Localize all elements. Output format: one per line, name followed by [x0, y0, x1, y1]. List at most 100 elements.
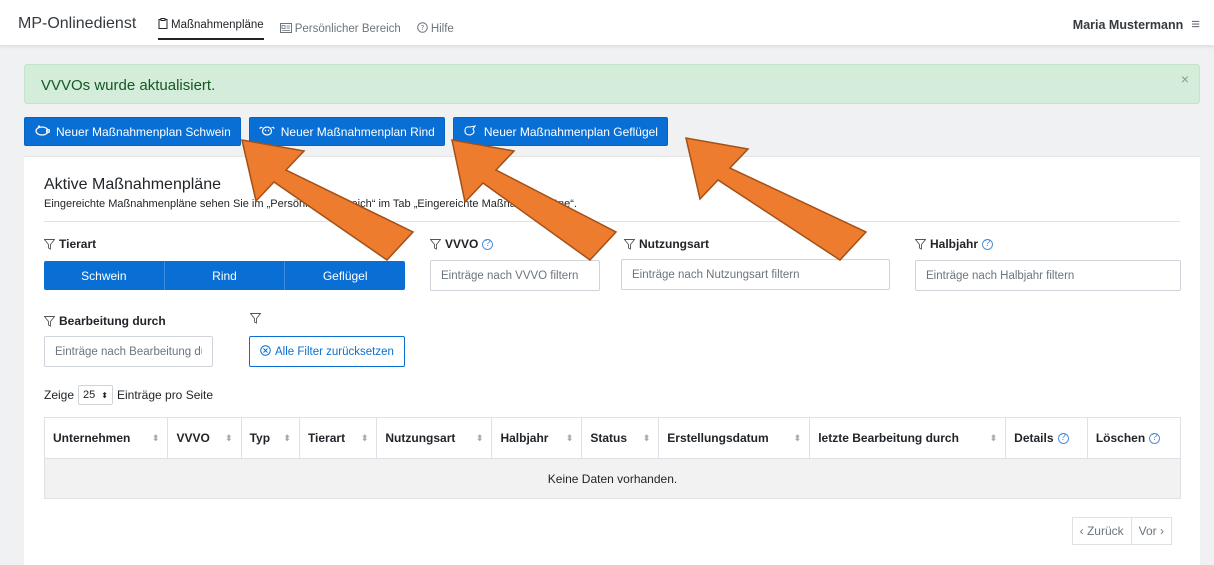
col-label: letzte Bearbeitung durch: [818, 431, 959, 445]
new-plan-gefluegel-button[interactable]: Neuer Maßnahmenplan Geflügel: [452, 117, 668, 146]
vvvo-filter-input[interactable]: [430, 260, 600, 291]
sort-icon: ⬍: [989, 432, 998, 443]
help-icon[interactable]: ?: [482, 238, 494, 250]
help-icon[interactable]: ?: [1149, 432, 1161, 444]
plans-table: Unternehmen ⬍ VVVO ⬍ Typ ⬍ Tierart ⬍ Nutzung…: [43, 417, 1182, 499]
nutzungsart-filter-input[interactable]: [621, 259, 890, 290]
filter-label-text: Nutzungsart: [639, 237, 709, 251]
sort-icon: ⬍: [225, 432, 233, 443]
col-loeschen: Löschen?: [1086, 417, 1182, 459]
bird-icon: [463, 124, 478, 139]
brand-name[interactable]: MP-Onlinedienst: [18, 15, 136, 33]
nav-item-label: Maßnahmenpläne: [171, 19, 264, 31]
col-unternehmen[interactable]: Unternehmen ⬍: [43, 417, 168, 459]
col-label: Details: [1014, 431, 1054, 445]
top-navbar: MP-Onlinedienst Maßnahmenpläne Persönlic…: [0, 0, 1214, 46]
bearbeitung-filter-input[interactable]: [44, 336, 213, 367]
x-circle-icon: [260, 344, 271, 359]
col-label: Status: [590, 431, 628, 445]
reset-filters-button[interactable]: Alle Filter zurücksetzen: [249, 336, 405, 367]
col-label: Löschen: [1095, 431, 1146, 445]
filter-label-halbjahr: Halbjahr ?: [915, 237, 994, 251]
sort-icon: ⬍: [151, 432, 160, 443]
funnel-icon: [44, 238, 55, 250]
page-size-value: 25: [83, 389, 96, 401]
col-tierart[interactable]: Tierart ⬍: [298, 417, 377, 459]
col-label: Halbjahr: [500, 431, 549, 445]
card-title: Aktive Maßnahmenpläne: [44, 176, 221, 193]
next-page-button[interactable]: Vor ›: [1131, 517, 1172, 545]
halbjahr-filter-input[interactable]: [915, 260, 1181, 291]
funnel-icon: [250, 313, 261, 324]
nav-item-persoenlicher-bereich[interactable]: Persönlicher Bereich: [279, 18, 401, 40]
sort-icon: ⬍: [475, 432, 484, 443]
main-nav: Maßnahmenpläne Persönlicher Bereich ? Hi…: [158, 18, 454, 40]
empty-table-message: Keine Daten vorhanden.: [44, 458, 1181, 499]
nav-item-label: Hilfe: [430, 23, 454, 35]
cow-icon: [259, 124, 275, 139]
close-icon[interactable]: ×: [1181, 71, 1189, 87]
funnel-icon: [430, 238, 441, 250]
help-icon[interactable]: ?: [1057, 432, 1069, 444]
col-label: Unternehmen: [53, 431, 131, 445]
col-halbjahr[interactable]: Halbjahr ⬍: [491, 417, 582, 459]
col-vvvo[interactable]: VVVO ⬍: [167, 417, 242, 459]
user-menu[interactable]: Maria Mustermann ≡: [1073, 16, 1200, 33]
new-plan-rind-button[interactable]: Neuer Maßnahmenplan Rind: [248, 117, 445, 146]
funnel-icon: [624, 238, 635, 250]
button-label: Neuer Maßnahmenplan Geflügel: [483, 124, 658, 139]
page-size-select[interactable]: 25 ⬍: [78, 385, 113, 405]
svg-text:?: ?: [420, 24, 424, 32]
page-size-prefix: Zeige: [44, 388, 75, 402]
nav-item-hilfe[interactable]: ? Hilfe: [417, 18, 454, 40]
hamburger-icon[interactable]: ≡: [1191, 16, 1200, 33]
col-label: Nutzungsart: [385, 431, 456, 445]
success-alert: VVVOs wurde aktualisiert. ×: [24, 64, 1200, 104]
filter-label-text: VVVO: [445, 237, 479, 251]
nav-item-massnahmenplaene[interactable]: Maßnahmenpläne: [158, 18, 264, 40]
col-nutzungsart[interactable]: Nutzungsart ⬍: [376, 417, 492, 459]
col-label: Tierart: [307, 431, 346, 445]
card-subtitle: Eingereichte Maßnahmenpläne sehen Sie im…: [44, 198, 577, 210]
pagination: ‹ Zurück Vor ›: [1071, 517, 1172, 545]
page-size-suffix: Einträge pro Seite: [116, 388, 214, 402]
tierart-schwein-button[interactable]: Schwein: [44, 261, 165, 290]
col-label: Typ: [249, 431, 271, 445]
filter-label-vvvo: VVVO ?: [430, 237, 494, 251]
prev-page-button[interactable]: ‹ Zurück: [1071, 517, 1132, 545]
table-header-row: Unternehmen ⬍ VVVO ⬍ Typ ⬍ Tierart ⬍ Nutzung…: [43, 417, 1182, 459]
active-plans-card: Aktive Maßnahmenpläne Eingereichte Maßna…: [24, 156, 1200, 565]
sort-icon: ⬍: [565, 432, 574, 443]
nav-item-label: Persönlicher Bereich: [294, 23, 401, 35]
col-erstellungsdatum[interactable]: Erstellungsdatum ⬍: [658, 417, 810, 459]
tierart-rind-button[interactable]: Rind: [164, 261, 286, 290]
filter-label-text: Tierart: [59, 237, 97, 251]
sort-updown-icon: ⬍: [101, 390, 108, 400]
filter-label-text: Halbjahr: [930, 237, 979, 251]
id-card-icon: [279, 22, 292, 36]
sort-icon: ⬍: [360, 432, 369, 443]
new-plan-actions: Neuer Maßnahmenplan Schwein Neuer Maßnah…: [24, 117, 668, 146]
col-label: Erstellungsdatum: [667, 431, 769, 445]
funnel-icon: [44, 315, 55, 327]
clipboard-icon: [158, 18, 168, 32]
help-icon[interactable]: ?: [982, 238, 994, 250]
button-label: Alle Filter zurücksetzen: [275, 345, 394, 358]
button-label: Neuer Maßnahmenplan Schwein: [56, 124, 231, 139]
col-typ[interactable]: Typ ⬍: [240, 417, 300, 459]
tierart-gefluegel-button[interactable]: Geflügel: [285, 261, 406, 290]
col-status[interactable]: Status ⬍: [581, 417, 659, 459]
table-row: Keine Daten vorhanden.: [44, 458, 1181, 499]
filter-label-tierart: Tierart: [44, 237, 96, 251]
question-circle-icon: ?: [417, 22, 428, 36]
new-plan-schwein-button[interactable]: Neuer Maßnahmenplan Schwein: [24, 117, 241, 146]
funnel-icon: [915, 238, 926, 250]
user-name: Maria Mustermann: [1072, 17, 1184, 32]
pig-icon: [34, 124, 50, 139]
sort-icon: ⬍: [793, 432, 802, 443]
divider: [44, 221, 1180, 222]
filter-label-text: Bearbeitung durch: [59, 314, 166, 328]
col-letzte-bearbeitung[interactable]: letzte Bearbeitung durch ⬍: [809, 417, 1006, 459]
col-details: Details?: [1005, 417, 1088, 459]
filter-label-bearbeitung: Bearbeitung durch: [44, 314, 166, 328]
